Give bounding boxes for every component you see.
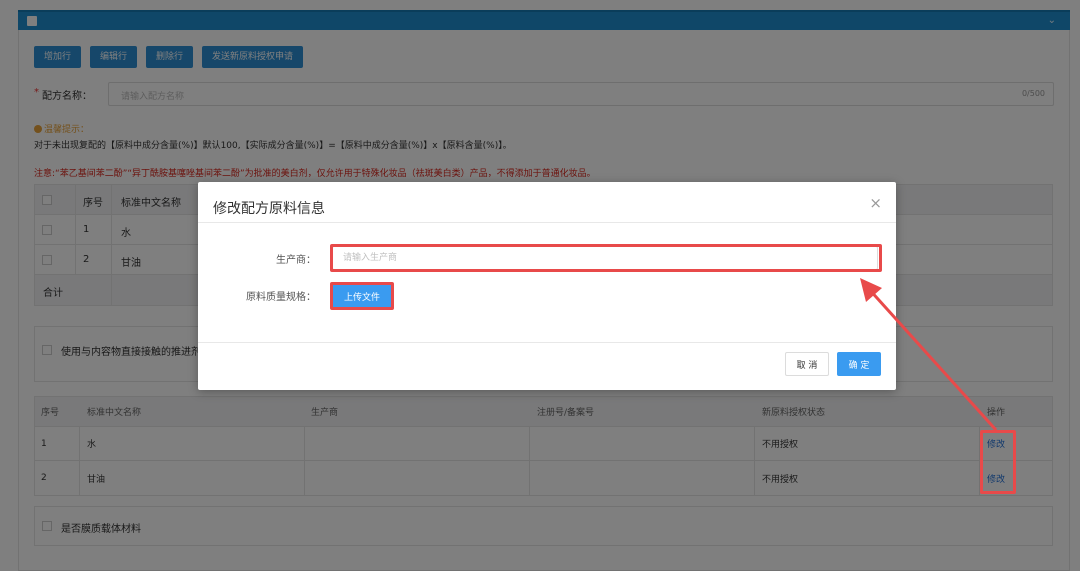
- upload-file-button[interactable]: 上传文件: [332, 284, 392, 308]
- edit-ingredient-dialog: 修改配方原料信息 × 生产商： 原料质量规格： 上传文件 取 消 确 定: [198, 182, 896, 390]
- close-icon[interactable]: ×: [869, 194, 882, 212]
- manufacturer-label: 生产商：: [276, 255, 316, 266]
- dialog-title: 修改配方原料信息: [213, 201, 325, 217]
- quality-spec-label: 原料质量规格：: [246, 292, 316, 303]
- confirm-button[interactable]: 确 定: [837, 352, 881, 376]
- divider: [198, 342, 896, 343]
- cancel-button[interactable]: 取 消: [785, 352, 829, 376]
- divider: [198, 222, 896, 223]
- manufacturer-input[interactable]: [332, 246, 878, 270]
